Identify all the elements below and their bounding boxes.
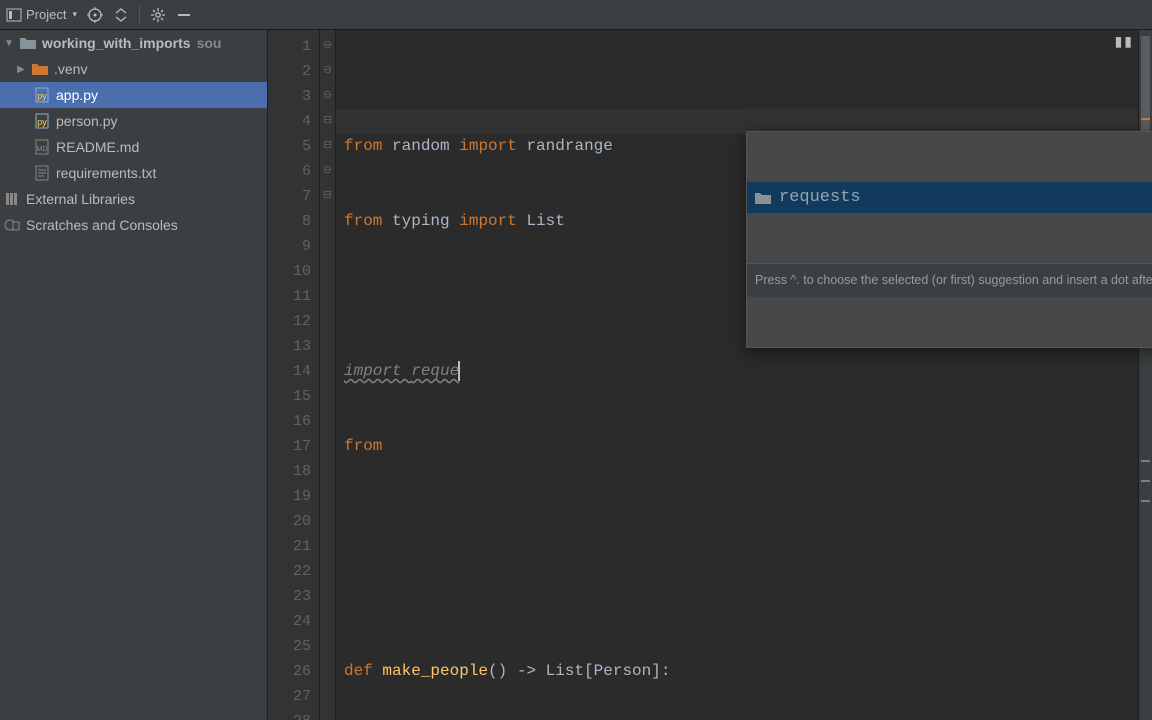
sidebar-item-readme[interactable]: MD README.md [0, 134, 267, 160]
completion-popup[interactable]: requests Press ^. to choose the selected… [746, 131, 1152, 348]
project-tool-icon [6, 7, 22, 23]
sidebar-item-label: Scratches and Consoles [26, 217, 178, 233]
project-selector[interactable]: Project [6, 7, 77, 23]
sidebar-item-label: .venv [54, 61, 87, 77]
sidebar-item-label: External Libraries [26, 191, 135, 207]
svg-text:MD: MD [37, 146, 48, 153]
sidebar-item-requirements[interactable]: requirements.txt [0, 160, 267, 186]
sidebar-item-label: app.py [56, 87, 98, 103]
package-icon [755, 191, 771, 205]
toolbar-divider [139, 6, 140, 24]
completion-text: requests [779, 185, 861, 210]
pause-indicator-icon: ▮▮ [1115, 34, 1134, 51]
python-file-icon: py [34, 113, 50, 129]
svg-text:py: py [37, 117, 47, 127]
sidebar-scratches[interactable]: Scratches and Consoles [0, 212, 267, 238]
sidebar-item-label: README.md [56, 139, 139, 155]
sidebar-item-app[interactable]: py app.py [0, 82, 267, 108]
gear-icon[interactable] [150, 7, 166, 23]
toolbar: Project [0, 0, 1152, 30]
main-area: ▼ working_with_imports sou ▶ .venv py ap… [0, 30, 1152, 720]
chevron-down-icon: ▼ [4, 38, 14, 49]
project-root-name: working_with_imports [42, 35, 191, 51]
scratches-icon [4, 217, 20, 233]
python-file-icon: py [34, 87, 50, 103]
text-caret [458, 361, 460, 381]
editor: ▮▮ 1234567891011121314151617181920212223… [268, 30, 1152, 720]
txt-file-icon [34, 165, 50, 181]
sidebar-item-label: requirements.txt [56, 165, 156, 181]
target-icon[interactable] [87, 7, 103, 23]
completion-item[interactable]: requests [747, 182, 1152, 213]
project-root[interactable]: ▼ working_with_imports sou [0, 30, 267, 56]
sidebar-external-libs[interactable]: External Libraries [0, 186, 267, 212]
folder-icon [32, 62, 48, 76]
code-area[interactable]: from random import randrange from typing… [336, 30, 1138, 720]
minimize-icon[interactable] [176, 7, 192, 23]
expand-all-icon[interactable] [113, 7, 129, 23]
folder-icon [20, 36, 36, 50]
project-root-hint: sou [197, 35, 222, 51]
sidebar-item-venv[interactable]: ▶ .venv [0, 56, 267, 82]
completion-hint: Press ^. to choose the selected (or firs… [747, 263, 1152, 297]
project-sidebar: ▼ working_with_imports sou ▶ .venv py ap… [0, 30, 268, 720]
project-label: Project [26, 7, 66, 22]
fold-gutter: ⊖ ⊖ ⊖ ⊟⊟ ⊖ ⊟ [320, 30, 336, 720]
sidebar-item-person[interactable]: py person.py [0, 108, 267, 134]
chevron-right-icon: ▶ [16, 64, 26, 75]
sidebar-item-label: person.py [56, 113, 117, 129]
md-file-icon: MD [34, 139, 50, 155]
svg-text:py: py [37, 91, 47, 101]
library-icon [4, 191, 20, 207]
line-number-gutter: 1234567891011121314151617181920212223242… [268, 30, 320, 720]
